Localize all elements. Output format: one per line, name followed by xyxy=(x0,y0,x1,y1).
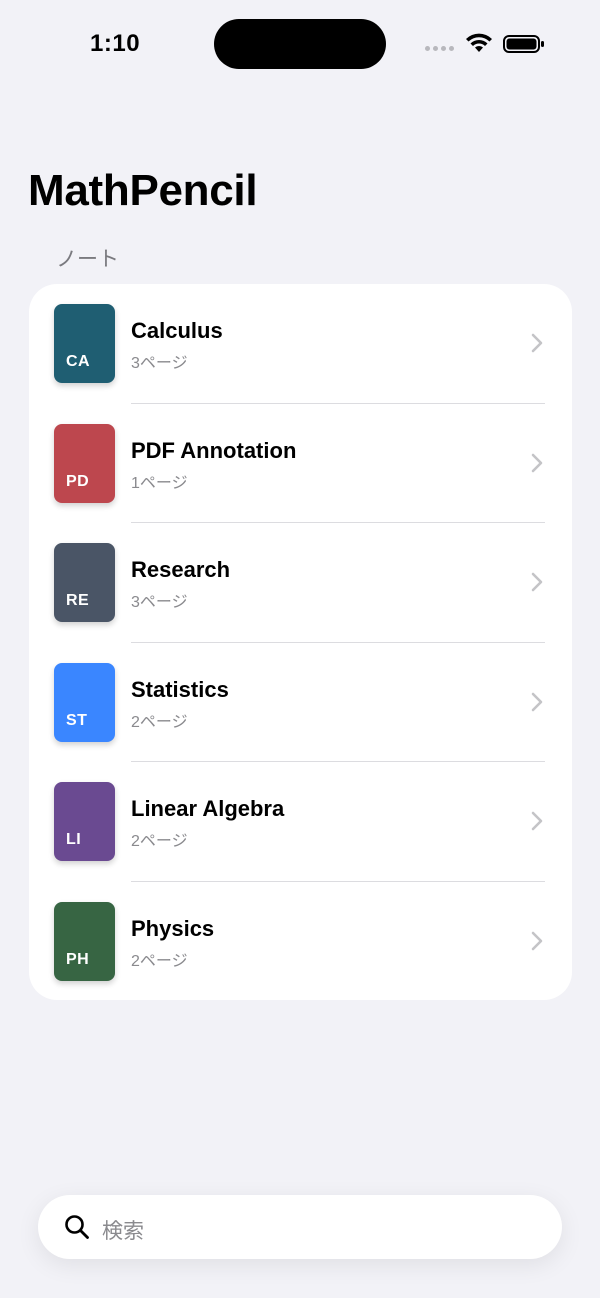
notebook-thumbnail: ST xyxy=(54,662,115,742)
notebook-page-count: 2ページ xyxy=(131,713,188,731)
notebook-title: Linear Algebra xyxy=(131,796,285,821)
status-time: 1:10 xyxy=(90,30,141,57)
notebook-page-count: 3ページ xyxy=(131,355,188,372)
wifi-icon xyxy=(464,32,494,54)
notebook-abbreviation: CA xyxy=(66,353,91,370)
notebook-page-count: 2ページ xyxy=(131,952,188,970)
notebook-title: Research xyxy=(131,557,231,582)
page-title: MathPencil xyxy=(28,166,258,215)
search-input[interactable]: 検索 xyxy=(102,1215,144,1245)
notebook-abbreviation: RE xyxy=(66,592,90,609)
notebook-thumbnail: PD xyxy=(54,423,115,503)
list-item[interactable]: RE Research 3ページ xyxy=(29,523,572,643)
dynamic-island xyxy=(214,19,386,69)
notebook-title: Calculus xyxy=(131,318,223,343)
notebook-abbreviation: PH xyxy=(66,950,90,968)
chevron-right-icon xyxy=(531,453,543,472)
notebook-abbreviation: PD xyxy=(66,472,90,490)
chevron-right-icon xyxy=(531,811,543,831)
chevron-right-icon xyxy=(531,692,543,711)
notebook-page-count: 1ページ xyxy=(131,474,188,492)
cellular-signal-icon xyxy=(425,46,455,52)
search-bar[interactable]: 検索 xyxy=(38,1195,562,1259)
notebook-title: Physics xyxy=(131,915,215,941)
notes-list: CA Calculus 3ページ PD PDF Annotation 1ページ … xyxy=(29,284,572,1000)
notebook-page-count: 2ページ xyxy=(131,833,188,850)
notebook-page-count: 3ページ xyxy=(131,594,188,611)
chevron-right-icon xyxy=(531,931,543,950)
list-item[interactable]: LI Linear Algebra 2ページ xyxy=(29,762,572,882)
chevron-right-icon xyxy=(531,572,543,592)
battery-icon xyxy=(503,34,545,54)
notebook-thumbnail: LI xyxy=(54,782,115,861)
status-bar: 1:10 xyxy=(0,0,600,90)
notebook-title: Statistics xyxy=(131,676,229,702)
notebook-thumbnail: RE xyxy=(54,543,115,622)
section-label-notes: ノート xyxy=(56,248,119,271)
notebook-title: PDF Annotation xyxy=(131,437,297,463)
list-item[interactable]: ST Statistics 2ページ xyxy=(29,643,572,762)
notebook-abbreviation: ST xyxy=(66,711,88,729)
list-item[interactable]: PD PDF Annotation 1ページ xyxy=(29,404,572,523)
chevron-right-icon xyxy=(531,333,543,353)
list-item[interactable]: CA Calculus 3ページ xyxy=(29,284,572,404)
notebook-thumbnail: CA xyxy=(54,304,115,383)
list-item[interactable]: PH Physics 2ページ xyxy=(29,882,572,1001)
screen: 1:10 MathPencil ノート CA Calculus 3ページ PD … xyxy=(0,0,600,1298)
search-icon xyxy=(65,1215,89,1239)
notebook-abbreviation: LI xyxy=(66,831,82,848)
notebook-thumbnail: PH xyxy=(54,901,115,981)
